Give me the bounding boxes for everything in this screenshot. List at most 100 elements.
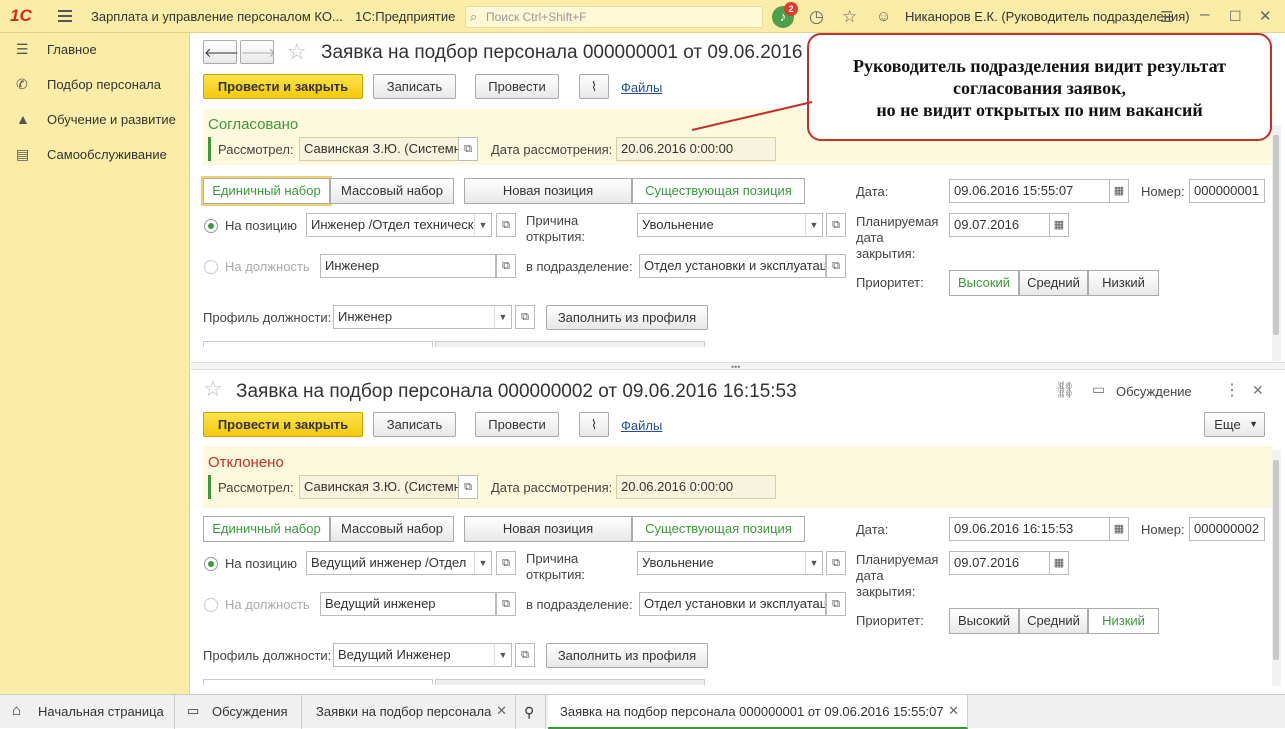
link-icon[interactable]: ⛓ [1055,380,1075,400]
taskbar-discussions[interactable]: ▭ Обсуждения [177,695,302,729]
priority-high-toggle[interactable]: Высокий [949,608,1019,634]
reason-field[interactable]: Увольнение [637,213,812,237]
priority-high-toggle[interactable]: Высокий [949,270,1019,296]
close-window-icon[interactable]: ✕ [1259,7,1272,25]
mass-recruitment-toggle[interactable]: Массовый набор [330,516,454,542]
job-field[interactable]: Ведущий инженер [320,592,496,616]
scroll-thumb[interactable] [1273,135,1279,335]
discussion-icon[interactable]: ▭ [1092,381,1105,398]
app-logo[interactable]: 1С [10,6,32,26]
profile-dropdown-icon[interactable]: ▼ [494,305,512,329]
minimize-icon[interactable]: – [1200,4,1209,24]
attachment-icon[interactable]: ⌇ [579,412,609,437]
position-field[interactable]: Ведущий инженер /Отдел [306,551,481,575]
open-profile-icon[interactable]: ⧉ [515,643,535,667]
calendar-icon[interactable]: ▦ [1109,517,1129,541]
favorites-star-icon[interactable]: ☆ [842,7,857,27]
priority-low-toggle[interactable]: Низкий [1088,270,1159,296]
fill-from-profile-button[interactable]: Заполнить из профиля [546,643,708,668]
reason-dropdown-icon[interactable]: ▼ [805,213,823,237]
form-1-scrollbar[interactable] [1272,125,1281,361]
mass-recruitment-toggle[interactable]: Массовый набор [330,178,454,204]
open-dept-icon[interactable]: ⧉ [826,592,846,616]
user-name[interactable]: Никаноров Е.К. (Руководитель подразделен… [905,9,1190,24]
post-button[interactable]: Провести [475,412,559,437]
taskbar-requests[interactable]: Заявки на подбор персонала ✕ [304,695,516,729]
radio-position[interactable] [204,219,218,233]
files-link[interactable]: Файлы [621,80,662,95]
position-dropdown-icon[interactable]: ▼ [474,213,492,237]
form-2-scrollbar[interactable] [1272,450,1281,686]
discussion-button[interactable]: Обсуждение [1116,384,1192,399]
scroll-thumb[interactable] [1273,460,1279,660]
existing-position-toggle[interactable]: Существующая позиция [632,516,805,542]
forward-button[interactable]: 🡒 [240,40,276,64]
main-menu-icon[interactable] [58,10,72,22]
sidebar-item-main[interactable]: ☰ Главное [0,33,190,65]
new-position-toggle[interactable]: Новая позиция [464,516,632,542]
taskbar-active-request[interactable]: Заявка на подбор персонала 000000001 от … [548,695,968,729]
open-profile-icon[interactable]: ⧉ [515,305,535,329]
job-field[interactable]: Инженер [320,254,496,278]
open-position-icon[interactable]: ⧉ [496,213,516,237]
priority-low-toggle[interactable]: Низкий [1088,608,1159,634]
panel-splitter[interactable]: ••• [191,362,1285,372]
sidebar-item-training[interactable]: ▲ Обучение и развитие [0,103,190,135]
write-button[interactable]: Записать [373,74,456,99]
open-job-icon[interactable]: ⧉ [496,254,516,278]
fill-from-profile-button[interactable]: Заполнить из профиля [546,305,708,330]
date-field[interactable]: 09.06.2016 15:55:07 [949,179,1111,203]
radio-job[interactable] [204,260,218,274]
plan-calendar-icon[interactable]: ▦ [1049,213,1069,237]
profile-field[interactable]: Инженер [333,305,496,329]
plan-date-field[interactable]: 09.07.2016 [949,213,1051,237]
back-button[interactable]: 🡐 [203,40,239,64]
post-and-close-button[interactable]: Провести и закрыть [203,74,363,99]
post-and-close-button[interactable]: Провести и закрыть [203,412,363,437]
more-button[interactable]: Еще ▼ [1204,412,1265,437]
plan-date-field[interactable]: 09.07.2016 [949,551,1051,575]
radio-position[interactable] [204,557,218,571]
sidebar-item-self-service[interactable]: ▤ Самообслуживание [0,138,190,170]
single-recruitment-toggle[interactable]: Единичный набор [203,178,330,204]
profile-field[interactable]: Ведущий Инженер [333,643,496,667]
new-position-toggle[interactable]: Новая позиция [464,178,632,204]
open-reviewer-icon[interactable]: ⧉ [458,475,478,499]
favorite-star-icon[interactable]: ☆ [203,376,223,402]
single-recruitment-toggle[interactable]: Единичный набор [203,516,330,542]
open-job-icon[interactable]: ⧉ [496,592,516,616]
open-reason-icon[interactable]: ⧉ [826,213,846,237]
radio-job[interactable] [204,598,218,612]
priority-medium-toggle[interactable]: Средний [1019,270,1088,296]
reason-field[interactable]: Увольнение [637,551,812,575]
settings-menu-icon[interactable]: ☰ [1160,8,1173,26]
write-button[interactable]: Записать [373,412,456,437]
open-dept-icon[interactable]: ⧉ [826,254,846,278]
attachment-icon[interactable]: ⌇ [579,74,609,99]
close-form-icon[interactable]: ✕ [1252,382,1264,399]
close-tab-icon[interactable]: ✕ [948,703,959,719]
dept-field[interactable]: Отдел установки и эксплуатац [639,592,826,616]
open-reviewer-icon[interactable]: ⧉ [458,137,478,161]
position-dropdown-icon[interactable]: ▼ [474,551,492,575]
pin-tab-button[interactable]: ⚲ [518,695,546,729]
sidebar-item-recruitment[interactable]: ✆ Подбор персонала [0,68,190,100]
priority-medium-toggle[interactable]: Средний [1019,608,1088,634]
post-button[interactable]: Провести [475,74,559,99]
calendar-icon[interactable]: ▦ [1109,179,1129,203]
taskbar-home[interactable]: ⌂ Начальная страница [0,695,175,729]
favorite-star-icon[interactable]: ☆ [287,39,307,65]
position-field[interactable]: Инженер /Отдел техническ [306,213,481,237]
history-icon[interactable]: ◷ [809,7,824,27]
date-field[interactable]: 09.06.2016 16:15:53 [949,517,1111,541]
search-input[interactable]: ⌕ Поиск Ctrl+Shift+F [465,6,763,28]
close-tab-icon[interactable]: ✕ [496,703,507,719]
reason-dropdown-icon[interactable]: ▼ [805,551,823,575]
files-link[interactable]: Файлы [621,418,662,433]
more-options-icon[interactable]: ⋮ [1224,380,1240,400]
dept-field[interactable]: Отдел установки и эксплуатац [639,254,826,278]
open-position-icon[interactable]: ⧉ [496,551,516,575]
open-reason-icon[interactable]: ⧉ [826,551,846,575]
number-field[interactable]: 000000002 [1189,517,1265,541]
number-field[interactable]: 000000001 [1189,179,1265,203]
